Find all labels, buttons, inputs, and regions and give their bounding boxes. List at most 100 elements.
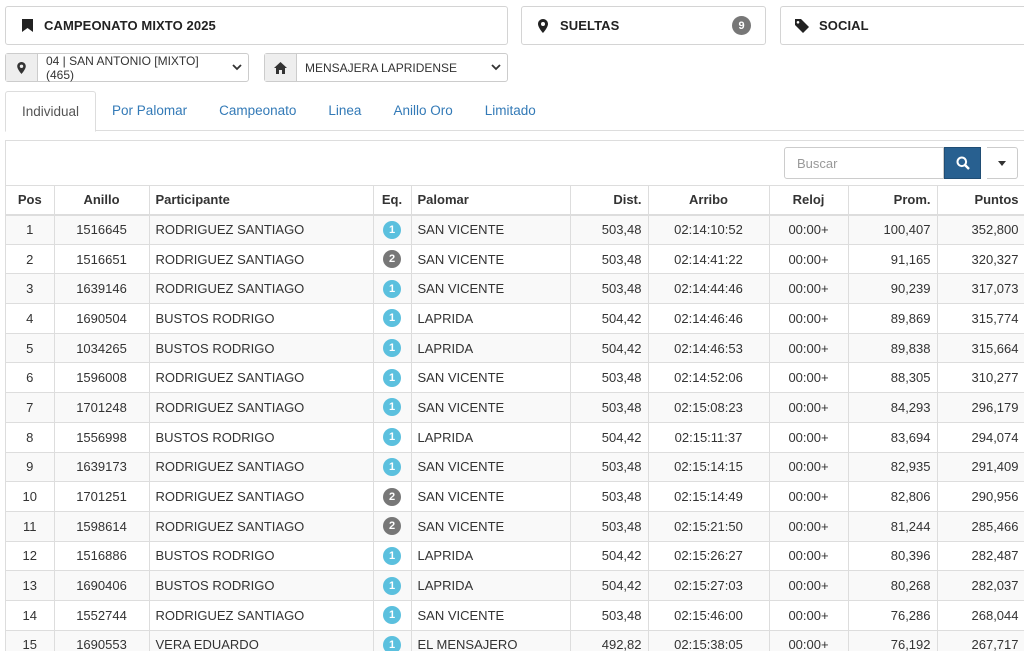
cell-participante: VERA EDUARDO: [149, 630, 374, 651]
col-header-pos[interactable]: Pos: [6, 185, 55, 216]
cell-dist: 503,48: [570, 392, 649, 423]
table-row[interactable]: 10 1701251 RODRIGUEZ SANTIAGO 2 SAN VICENTE 5…: [6, 481, 1024, 512]
cell-dist: 504,42: [570, 422, 649, 453]
cell-prom: 83,694: [848, 422, 938, 453]
search-button[interactable]: [944, 147, 981, 179]
cell-eq: 1: [373, 570, 412, 601]
search-bar: Buscar: [784, 147, 1018, 179]
col-header-anillo[interactable]: Anillo: [54, 185, 150, 216]
cell-pos: 10: [6, 481, 55, 512]
results-tabs: Individual Por Palomar Campeonato Linea …: [5, 91, 1024, 132]
home-icon: [265, 54, 297, 81]
cell-arribo: 02:15:26:27: [648, 541, 770, 572]
cell-anillo: 1516651: [54, 244, 150, 275]
cell-puntos: 268,044: [937, 600, 1024, 631]
tab-individual[interactable]: Individual: [5, 91, 97, 132]
table-row[interactable]: 14 1552744 RODRIGUEZ SANTIAGO 1 SAN VICENTE 5…: [6, 600, 1024, 631]
table-row[interactable]: 11 1598614 RODRIGUEZ SANTIAGO 2 SAN VICENTE 5…: [6, 511, 1024, 542]
cell-puntos: 315,774: [937, 303, 1024, 334]
col-header-eq[interactable]: Eq.: [373, 185, 412, 216]
cell-participante: BUSTOS RODRIGO: [149, 422, 374, 453]
cell-participante: RODRIGUEZ SANTIAGO: [149, 273, 374, 305]
cell-palomar: SAN VICENTE: [411, 362, 571, 394]
cell-anillo: 1552744: [54, 600, 150, 631]
cell-palomar: SAN VICENTE: [411, 214, 571, 245]
cell-arribo: 02:14:41:22: [648, 244, 770, 275]
tag-icon: [795, 18, 809, 33]
col-header-prom[interactable]: Prom.: [848, 185, 938, 216]
cell-puntos: 282,037: [937, 570, 1024, 601]
cell-palomar: SAN VICENTE: [411, 392, 571, 423]
tab-linea[interactable]: Linea: [312, 91, 377, 131]
cell-reloj: 00:00+: [769, 570, 849, 601]
tab-campeonato[interactable]: Campeonato: [203, 91, 312, 131]
cell-puntos: 291,409: [937, 452, 1024, 483]
col-header-reloj[interactable]: Reloj: [769, 185, 849, 216]
cell-anillo: 1516886: [54, 541, 150, 572]
cell-dist: 503,48: [570, 214, 649, 245]
search-input[interactable]: Buscar: [784, 147, 944, 179]
cell-prom: 89,838: [848, 333, 938, 364]
col-header-puntos[interactable]: Puntos: [937, 185, 1024, 216]
cell-anillo: 1690406: [54, 570, 150, 601]
cell-reloj: 00:00+: [769, 422, 849, 453]
team-badge: 1: [383, 606, 401, 625]
table-row[interactable]: 2 1516651 RODRIGUEZ SANTIAGO 2 SAN VICENTE 50…: [6, 244, 1024, 275]
tab-por-palomar[interactable]: Por Palomar: [96, 91, 203, 131]
chevron-down-icon: [485, 54, 507, 81]
cell-palomar: LAPRIDA: [411, 422, 571, 453]
social-title: SOCIAL: [819, 18, 869, 33]
cell-prom: 90,239: [848, 273, 938, 305]
cell-eq: 1: [373, 600, 412, 631]
team-badge: 1: [383, 279, 401, 298]
col-header-palomar[interactable]: Palomar: [411, 185, 571, 216]
table-row[interactable]: 8 1556998 BUSTOS RODRIGO 1 LAPRIDA 504,42 02:1…: [6, 422, 1024, 453]
table-row[interactable]: 1 1516645 RODRIGUEZ SANTIAGO 1 SAN VICENTE 50…: [6, 214, 1024, 245]
cell-reloj: 00:00+: [769, 273, 849, 305]
cell-participante: BUSTOS RODRIGO: [149, 333, 374, 364]
col-header-dist[interactable]: Dist.: [570, 185, 649, 216]
col-header-arribo[interactable]: Arribo: [648, 185, 770, 216]
tab-limitado[interactable]: Limitado: [469, 91, 552, 131]
club-select[interactable]: MENSAJERA LAPRIDENSE: [264, 53, 508, 82]
cell-puntos: 285,466: [937, 511, 1024, 542]
cell-puntos: 310,277: [937, 362, 1024, 394]
col-header-participante[interactable]: Participante: [149, 185, 374, 216]
release-select[interactable]: 04 | SAN ANTONIO [MIXTO] (465): [5, 53, 249, 82]
cell-pos: 2: [6, 244, 55, 275]
sueltas-title: SUELTAS: [560, 18, 620, 33]
chevron-down-icon: [226, 54, 248, 81]
table-row[interactable]: 7 1701248 RODRIGUEZ SANTIAGO 1 SAN VICENTE 50…: [6, 392, 1024, 423]
cell-dist: 503,48: [570, 273, 649, 305]
sueltas-count-badge: 9: [732, 16, 751, 35]
cell-eq: 1: [373, 362, 412, 394]
cell-eq: 2: [373, 511, 412, 542]
cell-pos: 13: [6, 570, 55, 601]
cell-anillo: 1034265: [54, 333, 150, 364]
table-row[interactable]: 4 1690504 BUSTOS RODRIGO 1 LAPRIDA 504,42 02:1…: [6, 303, 1024, 334]
team-badge: 1: [383, 220, 401, 239]
cell-participante: RODRIGUEZ SANTIAGO: [149, 244, 374, 275]
table-row[interactable]: 6 1596008 RODRIGUEZ SANTIAGO 1 SAN VICENTE 50…: [6, 362, 1024, 394]
table-row[interactable]: 15 1690553 VERA EDUARDO 1 EL MENSAJERO 492,82…: [6, 630, 1024, 651]
social-panel[interactable]: SOCIAL: [780, 6, 1024, 45]
table-row[interactable]: 3 1639146 RODRIGUEZ SANTIAGO 1 SAN VICENTE 50…: [6, 273, 1024, 305]
campeonato-panel[interactable]: CAMPEONATO MIXTO 2025: [5, 6, 508, 45]
cell-prom: 88,305: [848, 362, 938, 394]
cell-anillo: 1639146: [54, 273, 150, 305]
cell-palomar: SAN VICENTE: [411, 452, 571, 483]
cell-arribo: 02:15:38:05: [648, 630, 770, 651]
table-row[interactable]: 12 1516886 BUSTOS RODRIGO 1 LAPRIDA 504,42 02:…: [6, 541, 1024, 572]
cell-puntos: 352,800: [937, 214, 1024, 245]
sueltas-panel[interactable]: SUELTAS 9: [521, 6, 766, 45]
columns-dropdown-button[interactable]: [987, 147, 1018, 179]
cell-pos: 15: [6, 630, 55, 651]
cell-prom: 100,407: [848, 214, 938, 245]
table-row[interactable]: 9 1639173 RODRIGUEZ SANTIAGO 1 SAN VICENTE 50…: [6, 452, 1024, 483]
tab-anillo-oro[interactable]: Anillo Oro: [377, 91, 468, 131]
table-row[interactable]: 5 1034265 BUSTOS RODRIGO 1 LAPRIDA 504,42 02:1…: [6, 333, 1024, 364]
cell-pos: 5: [6, 333, 55, 364]
cell-palomar: LAPRIDA: [411, 303, 571, 334]
table-row[interactable]: 13 1690406 BUSTOS RODRIGO 1 LAPRIDA 504,42 02:…: [6, 570, 1024, 601]
cell-participante: RODRIGUEZ SANTIAGO: [149, 362, 374, 394]
